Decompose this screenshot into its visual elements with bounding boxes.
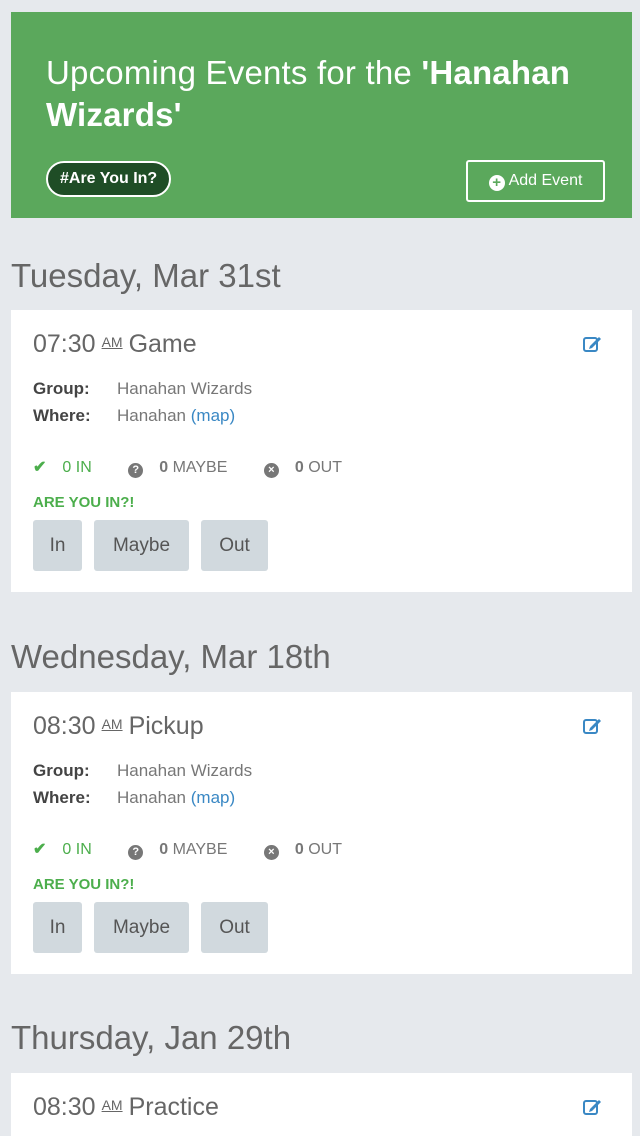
- maybe-count-label: MAYBE: [172, 459, 228, 476]
- where-label: Where:: [33, 406, 91, 425]
- where-value: Hanahan: [117, 788, 187, 807]
- event-card: 08:30 AM Practice: [11, 1073, 632, 1136]
- rsvp-maybe-button[interactable]: Maybe: [94, 520, 189, 571]
- event-time: 08:30: [33, 1093, 96, 1121]
- event-time: 08:30: [33, 712, 96, 740]
- event-where-row: Where: Hanahan (map): [33, 788, 235, 808]
- out-count-label: OUT: [308, 841, 342, 858]
- out-count: × 0 OUT: [263, 841, 358, 860]
- event-ampm: AM: [101, 716, 123, 732]
- rsvp-out-button[interactable]: Out: [201, 902, 268, 953]
- rsvp-counts: ✔ 0 IN ? 0 MAYBE × 0 OUT: [33, 457, 374, 478]
- maybe-count: ? 0 MAYBE: [128, 841, 243, 860]
- where-value: Hanahan: [117, 406, 187, 425]
- check-icon: ✔: [33, 459, 47, 476]
- day-heading: Tuesday, Mar 31st: [11, 257, 281, 294]
- map-link[interactable]: (map): [191, 788, 235, 807]
- question-circle-icon: ?: [128, 845, 144, 860]
- maybe-count-value: 0: [159, 841, 169, 858]
- event-time: 07:30: [33, 330, 96, 358]
- group-label: Group:: [33, 761, 90, 780]
- x-circle-icon: ×: [263, 463, 279, 478]
- map-link[interactable]: (map): [191, 406, 235, 425]
- rsvp-in-button[interactable]: In: [33, 902, 82, 953]
- page-header: Upcoming Events for the 'Hanahan Wizards…: [11, 12, 632, 218]
- rsvp-buttons: In Maybe Out: [33, 520, 268, 571]
- event-where-row: Where: Hanahan (map): [33, 406, 235, 426]
- day-heading: Wednesday, Mar 18th: [11, 638, 331, 675]
- edit-icon[interactable]: [582, 334, 602, 354]
- in-count-label: 0 IN: [62, 459, 92, 476]
- event-heading: 08:30 AM Practice: [33, 1093, 219, 1122]
- maybe-count-value: 0: [159, 459, 169, 476]
- out-count-value: 0: [294, 841, 304, 858]
- are-you-in-prompt: ARE YOU IN?!: [33, 876, 135, 893]
- out-count: × 0 OUT: [263, 459, 358, 478]
- page-title: Upcoming Events for the 'Hanahan Wizards…: [46, 52, 606, 136]
- in-count: ✔ 0 IN: [33, 841, 108, 858]
- where-label: Where:: [33, 788, 91, 807]
- maybe-count: ? 0 MAYBE: [128, 459, 243, 478]
- edit-icon[interactable]: [582, 1097, 602, 1117]
- group-value: Hanahan Wizards: [117, 761, 253, 780]
- event-card: 08:30 AM Pickup Group: Hanahan Wizards Wher…: [11, 692, 632, 974]
- in-count: ✔ 0 IN: [33, 459, 108, 476]
- group-label: Group:: [33, 379, 90, 398]
- rsvp-in-button[interactable]: In: [33, 520, 82, 571]
- rsvp-maybe-button[interactable]: Maybe: [94, 902, 189, 953]
- edit-icon[interactable]: [582, 716, 602, 736]
- add-event-label: Add Event: [508, 172, 583, 189]
- group-value: Hanahan Wizards: [117, 379, 253, 398]
- question-circle-icon: ?: [128, 463, 144, 478]
- x-circle-icon: ×: [263, 845, 279, 860]
- event-group-row: Group: Hanahan Wizards: [33, 761, 252, 781]
- event-heading: 08:30 AM Pickup: [33, 712, 204, 741]
- event-card: 07:30 AM Game Group: Hanahan Wizards Where:…: [11, 310, 632, 592]
- check-icon: ✔: [33, 841, 47, 858]
- out-count-value: 0: [294, 459, 304, 476]
- event-name: Game: [128, 330, 197, 358]
- are-you-in-prompt: ARE YOU IN?!: [33, 494, 135, 511]
- are-you-in-tag[interactable]: #Are You In?: [46, 161, 172, 197]
- page-title-prefix: Upcoming Events for the: [46, 54, 422, 91]
- rsvp-counts: ✔ 0 IN ? 0 MAYBE × 0 OUT: [33, 839, 374, 860]
- event-heading: 07:30 AM Game: [33, 330, 197, 359]
- plus-circle-icon: +: [488, 175, 505, 191]
- in-count-label: 0 IN: [62, 841, 92, 858]
- event-name: Practice: [128, 1093, 219, 1121]
- event-ampm: AM: [101, 334, 123, 350]
- rsvp-buttons: In Maybe Out: [33, 902, 268, 953]
- event-group-row: Group: Hanahan Wizards: [33, 379, 252, 399]
- add-event-button[interactable]: + Add Event: [466, 160, 605, 202]
- maybe-count-label: MAYBE: [172, 841, 228, 858]
- event-name: Pickup: [128, 712, 204, 740]
- rsvp-out-button[interactable]: Out: [201, 520, 268, 571]
- event-ampm: AM: [101, 1097, 123, 1113]
- out-count-label: OUT: [308, 459, 342, 476]
- day-heading: Thursday, Jan 29th: [11, 1019, 292, 1056]
